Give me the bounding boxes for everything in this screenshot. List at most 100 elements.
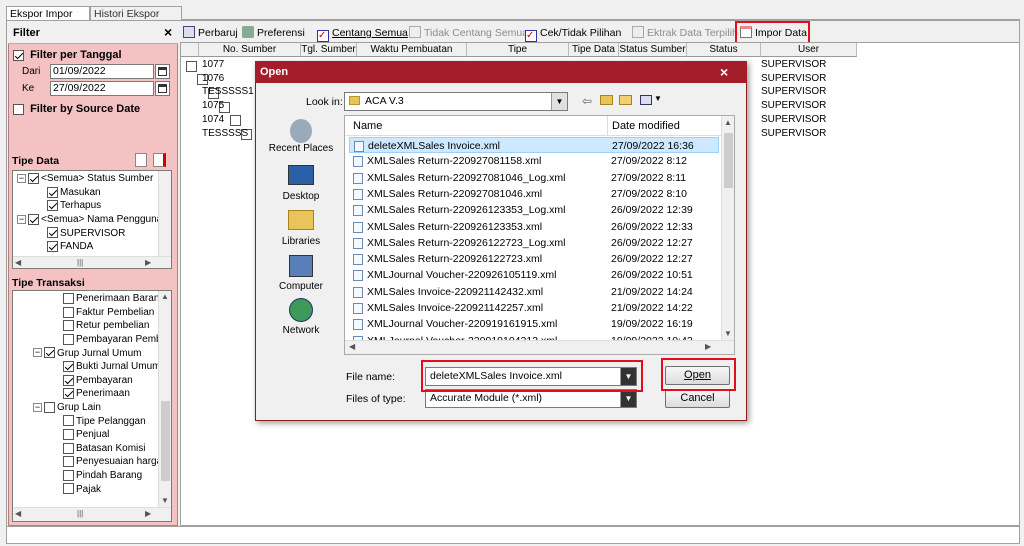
column-header-name[interactable]: Name [353, 120, 382, 132]
horizontal-scrollbar[interactable]: ◀ ||| ▶ [13, 507, 171, 521]
tree-item[interactable]: Faktur Pembelian [63, 306, 154, 319]
scroll-grip-icon[interactable]: ||| [77, 508, 83, 520]
close-icon[interactable]: × [720, 61, 728, 83]
checkbox-icon[interactable] [63, 320, 74, 332]
tree-item[interactable]: Penerimaan [63, 388, 130, 400]
tree-item[interactable]: − <Semua> Status Sumber [17, 173, 153, 185]
look-in-combo[interactable]: ACA V.3 ▼ [344, 92, 568, 111]
tree-item[interactable]: FANDA [47, 241, 93, 253]
desktop-place[interactable]: Desktop [265, 165, 337, 203]
tree-item[interactable]: − Grup Lain [33, 401, 101, 414]
tree-item[interactable]: − <Semua> Nama Pengguna [17, 213, 162, 226]
tidak-centang-semua-button[interactable]: Tidak Centang Semua [409, 26, 528, 42]
column-header[interactable]: Tipe Data [569, 43, 619, 57]
scroll-thumb[interactable] [724, 133, 733, 188]
collapse-icon[interactable]: − [17, 214, 26, 224]
row-checkbox[interactable] [186, 60, 197, 72]
tree-item[interactable]: Terhapus [47, 200, 101, 212]
tab-histori-ekspor-impor[interactable]: Histori Ekspor Impor [90, 6, 182, 34]
file-row[interactable]: XMLSales Return-220926122723_Log.xml 26/0… [349, 235, 719, 251]
tab-ekspor-impor-data[interactable]: Ekspor Impor Data [6, 6, 90, 34]
from-date-input[interactable]: 01/09/2022 [50, 64, 154, 79]
close-icon[interactable]: × [164, 24, 172, 40]
collapse-icon[interactable]: − [17, 174, 26, 183]
column-header[interactable]: Waktu Pembuatan [357, 43, 467, 57]
checkbox-icon[interactable] [63, 442, 74, 454]
tree-item[interactable]: Masukan [47, 186, 101, 199]
column-header-date[interactable]: Date modified [612, 120, 680, 132]
cancel-button[interactable]: Cancel [665, 389, 730, 408]
row-checkbox[interactable] [230, 115, 241, 127]
preferensi-button[interactable]: Preferensi [242, 26, 305, 42]
tree-item[interactable]: Penjual [63, 429, 109, 441]
chevron-down-icon[interactable]: ▼ [620, 390, 636, 407]
up-folder-icon[interactable] [600, 95, 613, 105]
scroll-thumb[interactable] [161, 401, 170, 481]
arrow-up-icon[interactable]: ▲ [724, 117, 732, 129]
checkbox-icon[interactable] [28, 213, 39, 225]
checkbox-icon[interactable] [47, 186, 58, 198]
document-icon[interactable] [135, 153, 147, 167]
arrow-right-icon[interactable]: ▶ [145, 508, 151, 520]
chevron-down-icon[interactable]: ▼ [551, 93, 567, 110]
collapse-icon[interactable]: − [33, 348, 42, 358]
checkbox-icon[interactable] [63, 361, 74, 372]
horizontal-scrollbar[interactable]: ◀ ||| ▶ [13, 256, 171, 268]
arrow-left-icon[interactable]: ◀ [15, 508, 21, 520]
to-date-input[interactable]: 27/09/2022 [50, 81, 154, 96]
checkbox-icon[interactable] [47, 227, 58, 239]
vertical-scrollbar[interactable] [158, 171, 171, 256]
tree-item[interactable]: Pajak [63, 483, 101, 495]
arrow-up-icon[interactable]: ▲ [161, 291, 169, 303]
arrow-right-icon[interactable]: ▶ [705, 341, 711, 353]
checkbox-icon[interactable] [44, 401, 55, 413]
column-header[interactable]: No. Sumber [199, 43, 301, 57]
checkbox-icon[interactable] [63, 306, 74, 318]
checkbox-icon[interactable] [63, 415, 74, 427]
checkbox-icon[interactable] [63, 429, 74, 440]
tree-item[interactable]: Penyesuaian harga [63, 456, 162, 468]
checkbox-icon[interactable] [47, 200, 58, 212]
tree-item[interactable]: Penerimaan Barang [63, 293, 165, 305]
vertical-scrollbar[interactable]: ▲ ▼ [721, 116, 734, 340]
arrow-left-icon[interactable]: ◀ [15, 257, 21, 269]
file-row[interactable]: XMLSales Return-220927081046_Log.xml 27/0… [349, 170, 719, 186]
back-icon[interactable]: ⇦ [582, 94, 592, 108]
checkbox-icon[interactable] [28, 173, 39, 184]
files-of-type-select[interactable]: Accurate Module (*.xml) ▼ [425, 389, 637, 408]
document-red-icon[interactable] [153, 153, 166, 167]
arrow-right-icon[interactable]: ▶ [145, 257, 151, 269]
file-list[interactable]: Name Date modified deleteXMLSales Invoic… [344, 115, 735, 355]
tree-item[interactable]: Retur pembelian [63, 320, 149, 332]
view-menu-icon[interactable] [640, 95, 652, 105]
checkbox-icon[interactable] [63, 374, 74, 386]
computer-place[interactable]: Computer [265, 255, 337, 293]
column-header[interactable]: Tgl. Sumber [301, 43, 357, 57]
checkbox-icon[interactable] [63, 469, 74, 481]
impor-data-button[interactable]: Impor Data [740, 26, 807, 42]
collapse-icon[interactable]: − [33, 402, 42, 412]
filter-by-source-checkbox[interactable]: Filter by Source Date [13, 103, 140, 115]
filter-by-date-checkbox[interactable]: Filter per Tanggal [13, 49, 122, 61]
tree-item[interactable]: SUPERVISOR [47, 227, 125, 239]
checkbox-icon[interactable] [63, 483, 74, 495]
checkbox-icon[interactable] [44, 347, 55, 359]
calendar-icon[interactable] [155, 81, 170, 96]
column-header[interactable]: Status [687, 43, 761, 57]
open-button[interactable]: Open [665, 366, 730, 385]
new-folder-icon[interactable] [619, 95, 632, 105]
calendar-icon[interactable] [155, 64, 170, 79]
tipe-transaksi-tree[interactable]: Penerimaan Barang Faktur Pembelian Retur p… [12, 290, 172, 522]
scroll-grip-icon[interactable]: ||| [77, 257, 83, 269]
file-name-input[interactable]: deleteXMLSales Invoice.xml ▼ [425, 367, 637, 386]
chevron-down-icon[interactable]: ▼ [620, 368, 636, 385]
file-row[interactable]: deleteXMLSales Invoice.xml 27/09/2022 16:… [349, 137, 719, 153]
tree-item[interactable]: Pembayaran Pembe [63, 333, 167, 346]
centang-semua-button[interactable]: ✓ Centang Semua [317, 26, 408, 42]
chevron-down-icon[interactable]: ▼ [654, 94, 662, 103]
file-row[interactable]: XMLSales Return-220926122723.xml 26/09/20… [349, 251, 719, 267]
arrow-down-icon[interactable]: ▼ [724, 328, 732, 340]
checkbox-icon[interactable] [13, 49, 24, 61]
tree-item[interactable]: Tipe Pelanggan [63, 415, 146, 427]
column-header[interactable]: Status Sumber [619, 43, 687, 57]
